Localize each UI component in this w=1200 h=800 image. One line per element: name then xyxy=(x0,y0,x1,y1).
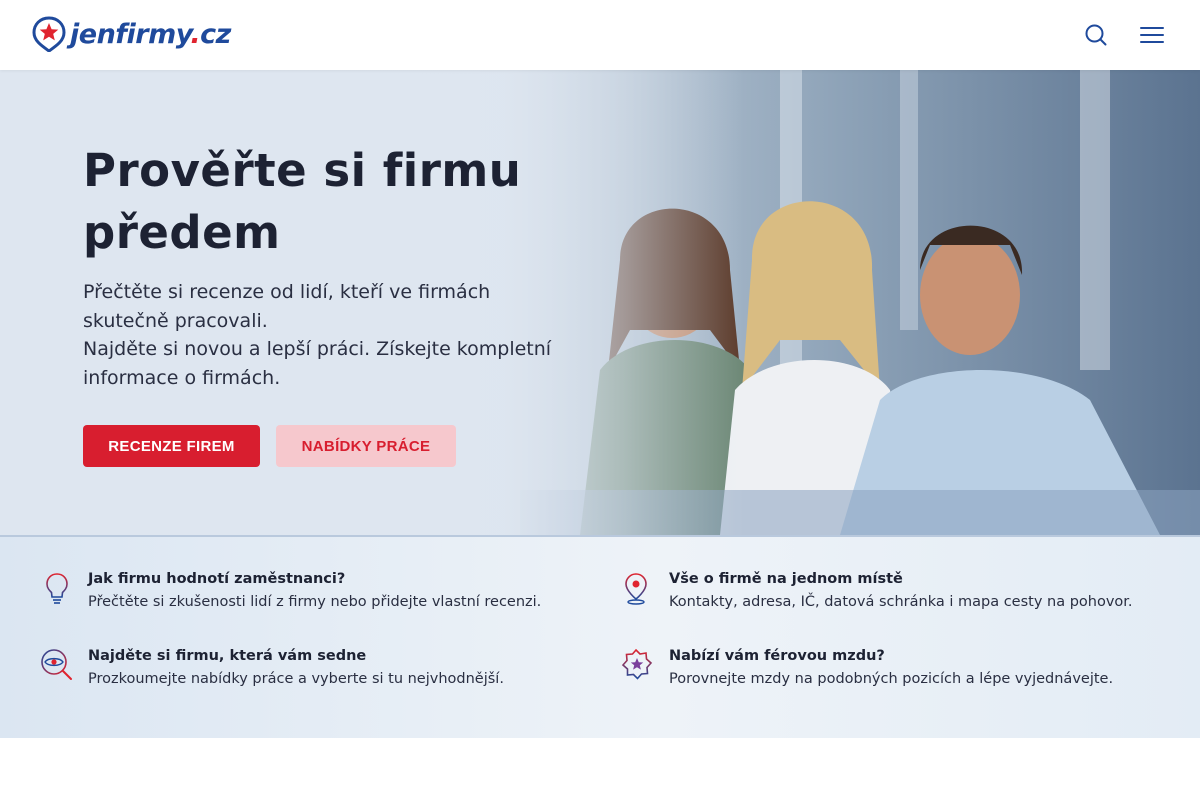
hero-subtitle-line-2: Najděte si novou a lepší práci. Získejte… xyxy=(83,338,552,389)
hero-subtitle-line-1: Přečtěte si recenze od lidí, kteří ve fi… xyxy=(83,281,491,332)
hero-title: Prověřte si firmu předem xyxy=(83,144,522,259)
feature-title: Nabízí vám férovou mzdu? xyxy=(669,648,885,664)
hero-buttons: RECENZE FIREM NABÍDKY PRÁCE xyxy=(83,425,456,467)
map-pin-icon xyxy=(621,571,655,605)
logo-wordmark: jenfirmy.cz xyxy=(70,18,231,50)
star-pin-logo-icon xyxy=(32,16,66,52)
site-logo[interactable]: jenfirmy.cz xyxy=(32,15,231,53)
feature-description: Kontakty, adresa, IČ, datová schránka i … xyxy=(669,594,1133,610)
features-section: Jak firmu hodnotí zaměstnanci? Přečtěte … xyxy=(0,535,1200,738)
feature-title: Vše o firmě na jednom místě xyxy=(669,571,903,587)
feature-title: Jak firmu hodnotí zaměstnanci? xyxy=(88,571,346,587)
hamburger-menu-icon[interactable] xyxy=(1139,22,1165,48)
job-offers-button[interactable]: NABÍDKY PRÁCE xyxy=(276,425,456,467)
company-reviews-button[interactable]: RECENZE FIREM xyxy=(83,425,260,467)
lightbulb-icon xyxy=(40,571,74,605)
feature-description: Přečtěte si zkušenosti lidí z firmy nebo… xyxy=(88,594,542,610)
hero-content: Prověřte si firmu předem Přečtěte si rec… xyxy=(83,140,583,392)
feature-title: Najděte si firmu, která vám sedne xyxy=(88,648,367,664)
search-icon[interactable] xyxy=(1083,22,1109,48)
site-header: jenfirmy.cz xyxy=(0,0,1200,70)
star-badge-icon xyxy=(621,648,655,682)
search-eye-icon xyxy=(40,648,74,682)
feature-description: Prozkoumejte nabídky práce a vyberte si … xyxy=(88,671,504,687)
hero-section: Prověřte si firmu předem Přečtěte si rec… xyxy=(0,70,1200,535)
hero-subtitle: Přečtěte si recenze od lidí, kteří ve fi… xyxy=(83,278,563,392)
feature-description: Porovnejte mzdy na podobných pozicích a … xyxy=(669,671,1114,687)
